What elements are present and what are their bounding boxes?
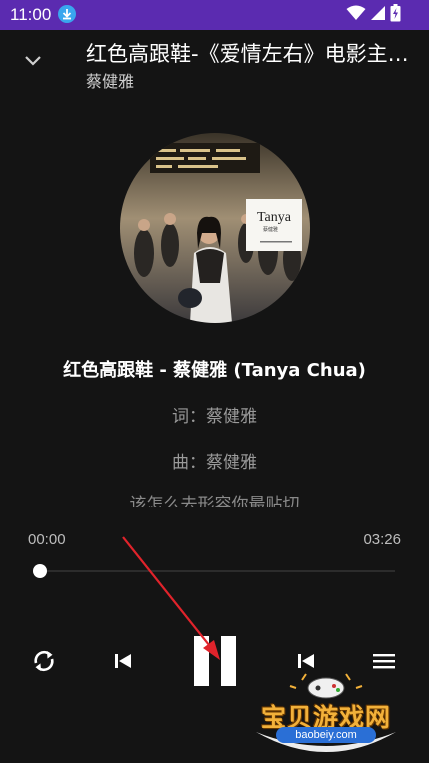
play-pause-button[interactable] — [190, 636, 240, 690]
lyric-line: 曲：蔡健雅 — [172, 453, 257, 473]
status-bar: 11:00 — [0, 0, 429, 30]
lyric-next-line: 该怎么去形容你最贴切 — [129, 495, 300, 507]
repeat-icon — [31, 648, 57, 678]
watermark-logo: 宝贝游戏网 baobeiy.com — [246, 672, 406, 758]
status-time: 11:00 — [10, 5, 52, 24]
seek-thumb[interactable] — [33, 564, 47, 578]
playlist-icon — [372, 652, 396, 674]
download-icon — [58, 5, 76, 23]
svg-text:蔡健雅: 蔡健雅 — [263, 226, 278, 233]
music-player-screen: 11:00 红色高跟鞋-《爱情左右》电影主题曲 蔡健雅 Tanya 蔡健雅 红色… — [0, 0, 429, 763]
pause-icon — [192, 635, 238, 691]
repeat-button[interactable] — [28, 647, 60, 679]
song-artist: 蔡健雅 — [86, 72, 135, 91]
album-art: Tanya 蔡健雅 — [120, 133, 310, 323]
previous-button[interactable] — [109, 650, 137, 676]
current-time: 00:00 — [28, 531, 66, 548]
song-title: 红色高跟鞋-《爱情左右》电影主题曲 — [86, 42, 416, 66]
wifi-icon — [346, 5, 366, 25]
signal-icon — [370, 5, 386, 25]
chevron-down-icon — [24, 52, 42, 71]
svg-text:Tanya: Tanya — [257, 210, 292, 225]
status-icons — [346, 4, 401, 26]
lyric-line: 词：蔡健雅 — [172, 407, 257, 427]
next-icon — [297, 653, 315, 673]
seek-bar[interactable] — [40, 570, 395, 572]
total-time: 03:26 — [363, 531, 401, 548]
collapse-button[interactable] — [18, 48, 48, 74]
watermark-url: baobeiy.com — [276, 727, 376, 743]
battery-charging-icon — [390, 4, 401, 26]
lyric-current-line: 红色高跟鞋 - 蔡健雅 (Tanya Chua) — [63, 360, 366, 381]
previous-icon — [114, 653, 132, 673]
